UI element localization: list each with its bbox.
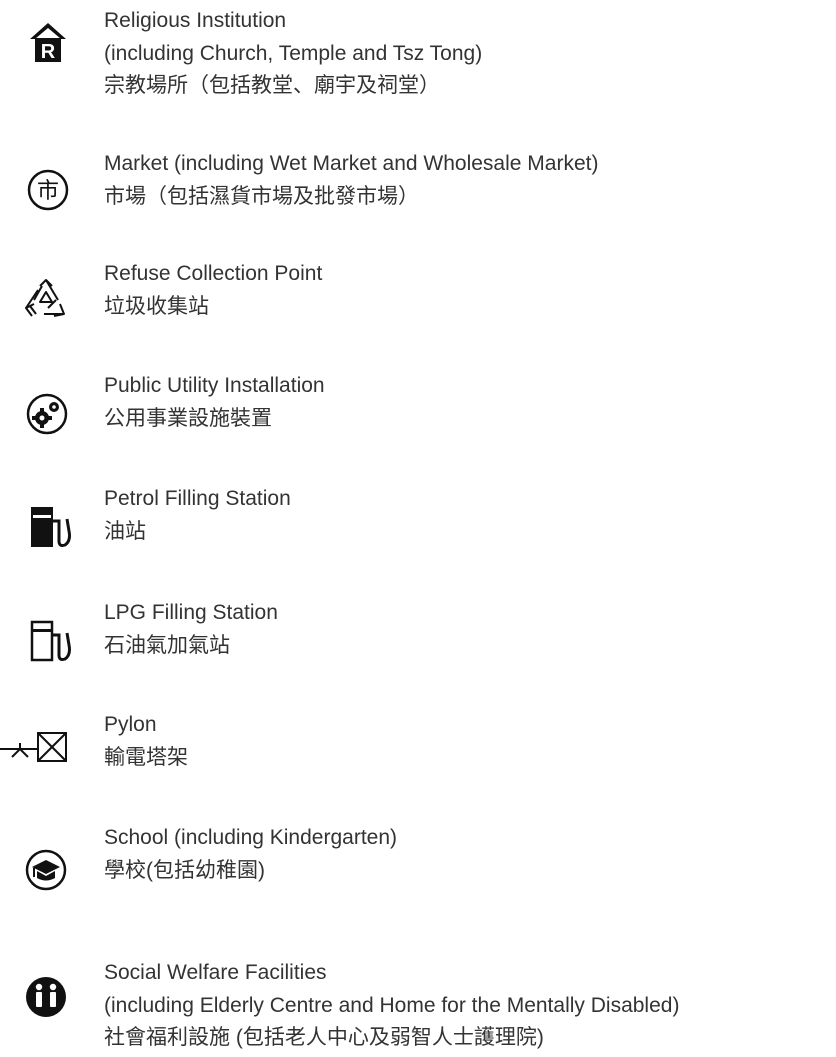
legend-label-en: Religious Institution bbox=[104, 9, 287, 32]
legend-label-zh: 學校(包括幼稚園) bbox=[104, 858, 265, 882]
legend-label-zh: 輸電塔架 bbox=[104, 745, 188, 769]
svg-text:R: R bbox=[41, 41, 56, 63]
legend-label-en: Refuse Collection Point bbox=[104, 262, 323, 285]
social-welfare-icon bbox=[0, 957, 110, 1027]
legend-label-en-detail: (including Elderly Centre and Home for t… bbox=[104, 993, 680, 1017]
legend-label-zh: 垃圾收集站 bbox=[104, 294, 209, 318]
legend-label-en: Petrol Filling Station bbox=[104, 487, 291, 510]
pylon-icon bbox=[0, 709, 110, 779]
petrol-pump-icon bbox=[0, 483, 110, 553]
legend-label-zh: 市場（包括濕貨市場及批發市場） bbox=[104, 184, 419, 208]
legend-label-zh: 油站 bbox=[104, 519, 146, 543]
religious-institution-icon: R bbox=[0, 5, 110, 75]
lpg-pump-icon bbox=[0, 597, 110, 667]
legend-label-en: Public Utility Installation bbox=[104, 374, 325, 397]
legend-label-zh: 宗教場所（包括教堂、廟宇及祠堂） bbox=[104, 74, 440, 97]
svg-text:市: 市 bbox=[37, 179, 59, 204]
legend-label-en: Market (including Wet Market and Wholesa… bbox=[104, 152, 599, 175]
mortarboard-icon bbox=[0, 822, 110, 892]
legend-label-en-detail: (including Church, Temple and Tsz Tong) bbox=[104, 41, 483, 65]
market-icon: 市 bbox=[0, 148, 110, 218]
legend-label-en: LPG Filling Station bbox=[104, 601, 278, 624]
legend-label-zh: 石油氣加氣站 bbox=[104, 633, 230, 657]
legend-label-en: Pylon bbox=[104, 713, 157, 736]
legend-label-zh: 社會福利設施 (包括老人中心及弱智人士護理院) bbox=[104, 1026, 544, 1049]
recycling-icon bbox=[0, 258, 110, 328]
gears-icon bbox=[0, 370, 110, 440]
legend-label-en: School (including Kindergarten) bbox=[104, 826, 398, 849]
legend-label-en: Social Welfare Facilities bbox=[104, 961, 327, 984]
legend-label-zh: 公用事業設施裝置 bbox=[104, 406, 272, 430]
